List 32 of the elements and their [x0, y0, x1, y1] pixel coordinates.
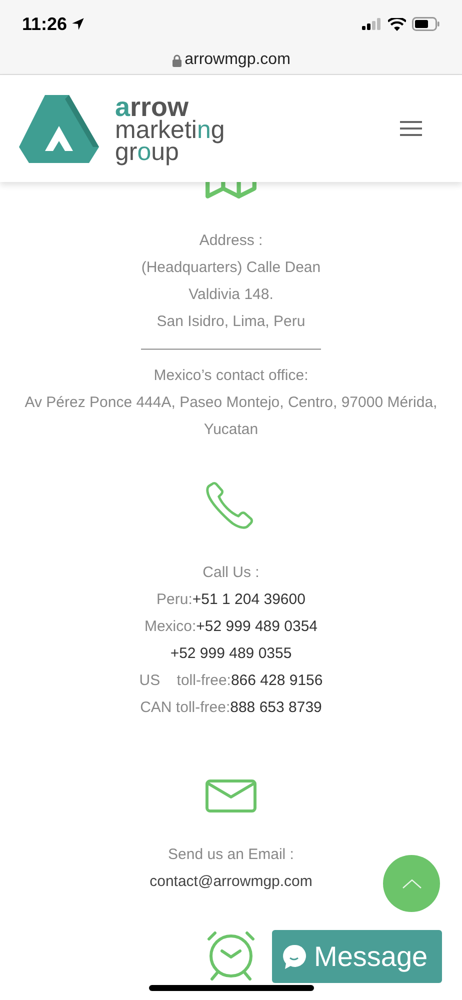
phone-label: Mexico: [144, 617, 196, 637]
mail-icon [205, 779, 257, 813]
lock-icon [172, 54, 182, 66]
menu-icon[interactable] [400, 121, 422, 136]
contact-text: Address : [199, 231, 263, 251]
contact-text: Valdivia 148. [188, 285, 274, 305]
contact-text: Call Us : [202, 563, 260, 583]
contact-text: Av Pérez Ponce 444A, Paseo Montejo, Centro, 97000 Mérida, Yucatan [24, 393, 438, 440]
battery-icon [412, 17, 440, 31]
contact-text: Send us an Email : [168, 845, 294, 865]
clock-time: 11:26 [22, 12, 68, 36]
phone-number: +52 999 489 0354 [196, 617, 318, 637]
contact-text: ———————————— [141, 339, 321, 359]
phone-label: US toll-free: [139, 671, 231, 691]
location-arrow-icon [71, 17, 86, 31]
phone-label: Peru: [156, 590, 192, 610]
url-text[interactable]: arrowmgp.com [184, 48, 290, 72]
chevron-up-icon [402, 878, 422, 888]
phone-number: +52 999 489 0355 [170, 644, 292, 664]
wifi-icon [388, 18, 406, 30]
chat-bubble-icon [282, 944, 306, 970]
email-link[interactable]: contact@arrowmgp.com [150, 868, 312, 895]
phone-number: +51 1 204 39600 [192, 590, 306, 610]
phone-label: CAN toll-free: [140, 698, 230, 718]
signal-icon [362, 18, 382, 30]
contact-text: Mexico’s contact office: [154, 366, 308, 386]
logo-icon [17, 92, 101, 164]
phone-number: 888 653 8739 [230, 698, 322, 718]
contact-text: San Isidro, Lima, Peru [156, 312, 306, 332]
map-icon [205, 182, 257, 199]
contact-text: (Headquarters) Calle Dean [141, 258, 321, 278]
phone-number: 866 428 9156 [230, 671, 323, 691]
